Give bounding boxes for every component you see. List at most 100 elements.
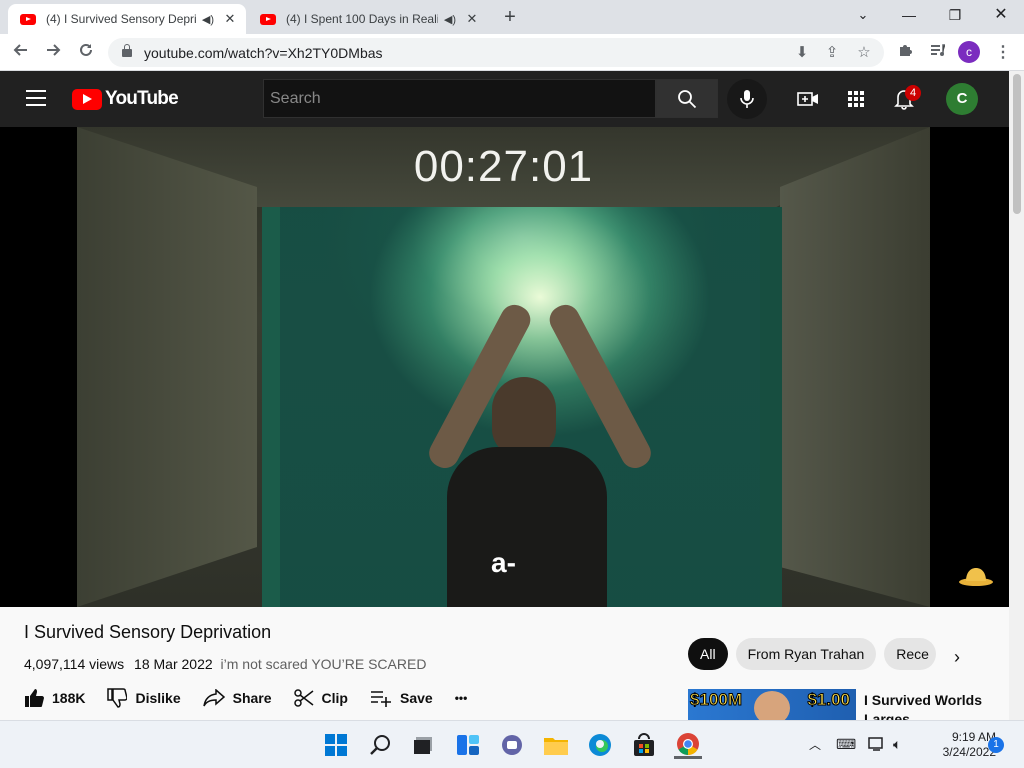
chrome-taskbar-icon[interactable] (674, 731, 702, 759)
dislike-button[interactable]: Dislike (107, 688, 181, 708)
playlist-add-icon (370, 691, 391, 707)
page-scrollbar[interactable] (1009, 71, 1024, 720)
close-window-button[interactable]: ✕ (978, 0, 1024, 30)
search-button[interactable] (656, 79, 718, 118)
view-count: 4,097,114 views (24, 656, 125, 672)
profile-avatar[interactable]: c (958, 41, 980, 63)
clock[interactable]: 9:19 AM 3/24/2022 (918, 730, 996, 760)
more-actions-button[interactable]: ••• (455, 691, 468, 705)
new-tab-button[interactable]: + (498, 6, 522, 30)
youtube-play-logo-icon (72, 88, 102, 110)
video-title: I Survived Sensory Deprivation (24, 622, 272, 642)
search-icon (678, 89, 697, 108)
clip-button[interactable]: Clip (293, 688, 348, 708)
file-explorer-icon[interactable] (542, 731, 570, 759)
tab-title: (4) I Survived Sensory Depriv (46, 12, 196, 26)
share-label: Share (232, 690, 272, 706)
save-button[interactable]: Save (370, 689, 433, 707)
bookmark-star-icon[interactable]: ☆ (854, 43, 874, 63)
video-actions: 188K Dislike Share Clip Save ••• (24, 683, 489, 713)
chips-next-chevron-icon[interactable]: › (954, 647, 960, 668)
browser-toolbar: youtube.com/watch?v=Xh2TY0DMbas ⬇ ⇪ ☆ c … (0, 34, 1024, 71)
thumbs-up-icon (25, 689, 44, 707)
notification-badge: 4 (905, 85, 921, 101)
notification-center-badge[interactable]: 1 (988, 737, 1004, 753)
close-tab-icon[interactable]: ✕ (464, 11, 480, 27)
timer-overlay: 00:27:01 (413, 142, 594, 191)
search-input[interactable] (270, 89, 655, 108)
maximize-button[interactable]: ❐ (932, 0, 978, 30)
share-button[interactable]: Share (202, 689, 272, 707)
tab-100-days[interactable]: (4) I Spent 100 Days in Realis ◀) ✕ (248, 4, 488, 34)
reload-button[interactable] (73, 40, 99, 66)
scene-person-head (492, 377, 556, 457)
account-avatar[interactable]: C (946, 83, 978, 115)
channel-watermark-hat-icon[interactable] (958, 565, 994, 587)
clock-time: 9:19 AM (951, 730, 996, 744)
recommended-title[interactable]: I Survived Worlds Larges (864, 691, 1004, 720)
create-video-icon[interactable] (796, 87, 820, 111)
scene-left-wall (77, 127, 257, 607)
speaker-icon[interactable]: ◀) (202, 13, 214, 26)
close-tab-icon[interactable]: ✕ (222, 11, 238, 27)
share-page-icon[interactable]: ⇪ (822, 43, 842, 63)
scene-person-body (447, 447, 607, 607)
scissors-icon (293, 689, 313, 707)
desktop-window: (4) I Survived Sensory Depriv ◀) ✕ (4) I… (0, 0, 1024, 768)
hamburger-menu-icon[interactable] (26, 90, 46, 106)
video-meta: 4,097,114 views 18 Mar 2022 i’m not scar… (24, 656, 426, 672)
video-player[interactable]: 00:27:01 a- (0, 127, 1009, 607)
microsoft-store-icon[interactable] (630, 731, 658, 759)
search-taskbar-icon[interactable] (367, 731, 395, 759)
filter-chips: All From Ryan Trahan Rece (688, 638, 944, 670)
scene-right-wall (780, 127, 930, 607)
microphone-icon (740, 90, 754, 108)
scrollbar-thumb[interactable] (1013, 74, 1021, 214)
tab-search-chevron-icon[interactable]: ⌄ (840, 0, 886, 30)
apps-grid-icon[interactable] (844, 87, 868, 111)
save-label: Save (399, 690, 433, 706)
voice-search-button[interactable] (727, 79, 767, 119)
like-button[interactable]: 188K (24, 688, 85, 708)
tab-strip: (4) I Survived Sensory Depriv ◀) ✕ (4) I… (0, 0, 1024, 34)
like-count: 188K (52, 690, 86, 706)
upload-date: 18 Mar 2022 (134, 656, 213, 672)
thumbnail-text-left: $100M (690, 690, 743, 710)
widgets-icon[interactable] (454, 731, 482, 759)
recommended-thumbnail[interactable]: $100M $1.00 (688, 689, 856, 720)
taskbar: ︿ ⌨ 🔈︎ 9:19 AM 3/24/2022 1 (0, 720, 1024, 768)
clip-label: Clip (321, 690, 348, 706)
network-icon[interactable] (868, 736, 886, 755)
start-windows-icon[interactable] (322, 731, 350, 759)
search-box[interactable] (263, 79, 656, 118)
youtube-logo[interactable]: YouTube (72, 88, 179, 110)
extensions-puzzle-icon[interactable] (892, 40, 918, 66)
chip-recent[interactable]: Rece (884, 638, 937, 670)
install-app-icon[interactable]: ⬇ (792, 43, 812, 63)
minimize-button[interactable]: — (886, 0, 932, 30)
speaker-icon[interactable]: ◀) (444, 13, 456, 26)
chrome-menu-icon[interactable]: ⋮ (990, 40, 1016, 66)
dislike-label: Dislike (135, 690, 181, 706)
back-button[interactable] (8, 40, 34, 66)
show-hidden-icons-chevron-icon[interactable]: ︿ (809, 736, 821, 753)
thumbs-down-icon (107, 688, 128, 708)
clock-date: 3/24/2022 (942, 745, 996, 759)
chip-from-ryan-trahan[interactable]: From Ryan Trahan (735, 638, 877, 670)
tab-sensory-deprivation[interactable]: (4) I Survived Sensory Depriv ◀) ✕ (8, 4, 246, 34)
video-tags[interactable]: i’m not scared YOU’RE SCARED (221, 656, 427, 672)
url-text[interactable]: youtube.com/watch?v=Xh2TY0DMbas (144, 45, 383, 61)
volume-icon[interactable]: 🔈︎ (893, 736, 901, 753)
media-controls-icon[interactable] (924, 40, 950, 66)
address-bar[interactable]: youtube.com/watch?v=Xh2TY0DMbas ⬇ ⇪ ☆ (108, 38, 884, 67)
keyboard-icon[interactable]: ⌨ (836, 736, 856, 753)
lock-icon[interactable] (122, 43, 132, 57)
edge-browser-icon[interactable] (586, 731, 614, 759)
share-arrow-icon (202, 689, 225, 707)
video-caption: a- (491, 547, 516, 578)
forward-button[interactable] (40, 40, 66, 66)
teams-chat-icon[interactable] (498, 731, 526, 759)
video-frame[interactable]: 00:27:01 a- (77, 127, 930, 607)
chip-all[interactable]: All (688, 638, 728, 670)
task-view-icon[interactable] (410, 731, 438, 759)
